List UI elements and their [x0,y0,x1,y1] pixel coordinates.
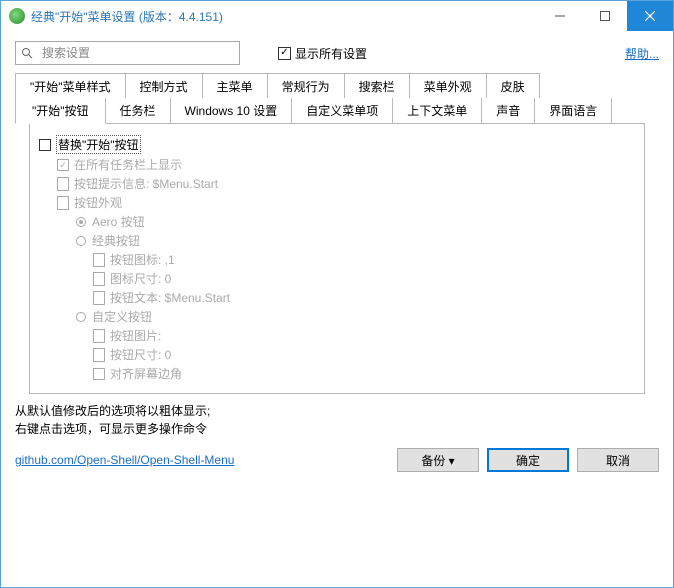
radio-icon [74,310,88,324]
footer: github.com/Open-Shell/Open-Shell-Menu 备份… [1,440,673,482]
tab[interactable]: 任务栏 [105,98,171,123]
settings-tree: 替换"开始"按钮 ✓ 在所有任务栏上显示按钮提示信息: $Menu.Start 按钮外… [29,123,645,394]
close-button[interactable] [627,1,673,31]
tree-item-label: 对齐屏幕边角 [110,365,182,382]
tree-item-label: 按钮提示信息: $Menu.Start [74,175,218,192]
tab-row-2: "开始"按钮任务栏Windows 10 设置自定义菜单项上下文菜单声音界面语言 [15,98,659,123]
tree-item-label: 替换"开始"按钮 [56,135,141,154]
maximize-button[interactable] [582,1,627,31]
tree-item-label: 按钮尺寸: 0 [110,346,171,363]
checkbox-icon: ✓ [278,47,291,60]
tab[interactable]: 常规行为 [267,73,345,99]
tree-item: 自定义按钮 [38,307,636,326]
tab[interactable]: 声音 [481,98,535,123]
tree-item[interactable]: 替换"开始"按钮 [38,134,636,155]
ok-button[interactable]: 确定 [487,448,569,472]
tree-item-label: 在所有任务栏上显示 [74,156,182,173]
tree-item-label: 经典按钮 [92,232,140,249]
window-controls [537,1,673,31]
settings-window: 经典"开始"菜单设置 (版本：4.4.151) ✓ 显示所有设置 帮助... "… [0,0,674,588]
show-all-checkbox[interactable]: ✓ 显示所有设置 [278,45,367,62]
tree-item: ✓ 在所有任务栏上显示 [38,155,636,174]
project-link[interactable]: github.com/Open-Shell/Open-Shell-Menu [15,453,234,467]
search-input[interactable] [38,46,239,60]
tree-item-label: 按钮文本: $Menu.Start [110,289,230,306]
hint-line-1: 从默认值修改后的选项将以粗体显示; [15,402,659,420]
tab[interactable]: Windows 10 设置 [170,98,293,123]
tab[interactable]: 搜索栏 [344,73,410,99]
tree-item: 图标尺寸: 0 [38,269,636,288]
tab[interactable]: 界面语言 [534,98,612,123]
tree-item: 按钮尺寸: 0 [38,345,636,364]
tree-item: 按钮图片: [38,326,636,345]
tab[interactable]: 上下文菜单 [392,98,482,123]
tab[interactable]: 控制方式 [125,73,203,99]
tree-item-label: 自定义按钮 [92,308,152,325]
tree-item: 对齐屏幕边角 [38,364,636,383]
tree-item: 按钮文本: $Menu.Start [38,288,636,307]
titlebar: 经典"开始"菜单设置 (版本：4.4.151) [1,1,673,31]
show-all-label: 显示所有设置 [295,45,367,62]
radio-icon [74,215,88,229]
tree-item: 按钮提示信息: $Menu.Start [38,174,636,193]
checkbox-icon [92,367,106,381]
tab-row-1: "开始"菜单样式控制方式主菜单常规行为搜索栏菜单外观皮肤 [15,73,659,99]
tab[interactable]: 自定义菜单项 [291,98,393,123]
tab[interactable]: 主菜单 [202,73,268,99]
tree-item: 按钮图标: ,1 [38,250,636,269]
backup-button[interactable]: 备份 ▾ [397,448,479,472]
document-icon [56,196,70,210]
document-icon [92,329,106,343]
document-icon [92,291,106,305]
window-title: 经典"开始"菜单设置 (版本：4.4.151) [31,8,537,25]
tree-item-label: 按钮图标: ,1 [110,251,175,268]
checkbox-icon: ✓ [56,158,70,172]
help-link[interactable]: 帮助... [625,45,659,62]
tree-item-label: 图标尺寸: 0 [110,270,171,287]
tab[interactable]: 菜单外观 [409,73,487,99]
checkbox-icon [38,138,52,152]
hint-line-2: 右键点击选项，可显示更多操作命令 [15,420,659,438]
cancel-button[interactable]: 取消 [577,448,659,472]
tree-item: 按钮外观 [38,193,636,212]
document-icon [92,272,106,286]
tree-item: 经典按钮 [38,231,636,250]
toolbar: ✓ 显示所有设置 帮助... [1,31,673,73]
tab[interactable]: "开始"按钮 [15,98,106,124]
document-icon [92,253,106,267]
document-icon [92,348,106,362]
tree-item: Aero 按钮 [38,212,636,231]
hints: 从默认值修改后的选项将以粗体显示; 右键点击选项，可显示更多操作命令 [1,394,673,440]
minimize-button[interactable] [537,1,582,31]
tab[interactable]: 皮肤 [486,73,540,99]
tabs-container: "开始"菜单样式控制方式主菜单常规行为搜索栏菜单外观皮肤 "开始"按钮任务栏Wi… [1,73,673,394]
document-icon [56,177,70,191]
tree-item-label: 按钮外观 [74,194,122,211]
tree-item-label: Aero 按钮 [92,213,145,230]
radio-icon [74,234,88,248]
search-box[interactable] [15,41,240,65]
search-icon [16,47,38,59]
tab[interactable]: "开始"菜单样式 [15,73,126,99]
app-icon [9,8,25,24]
tree-item-label: 按钮图片: [110,327,161,344]
